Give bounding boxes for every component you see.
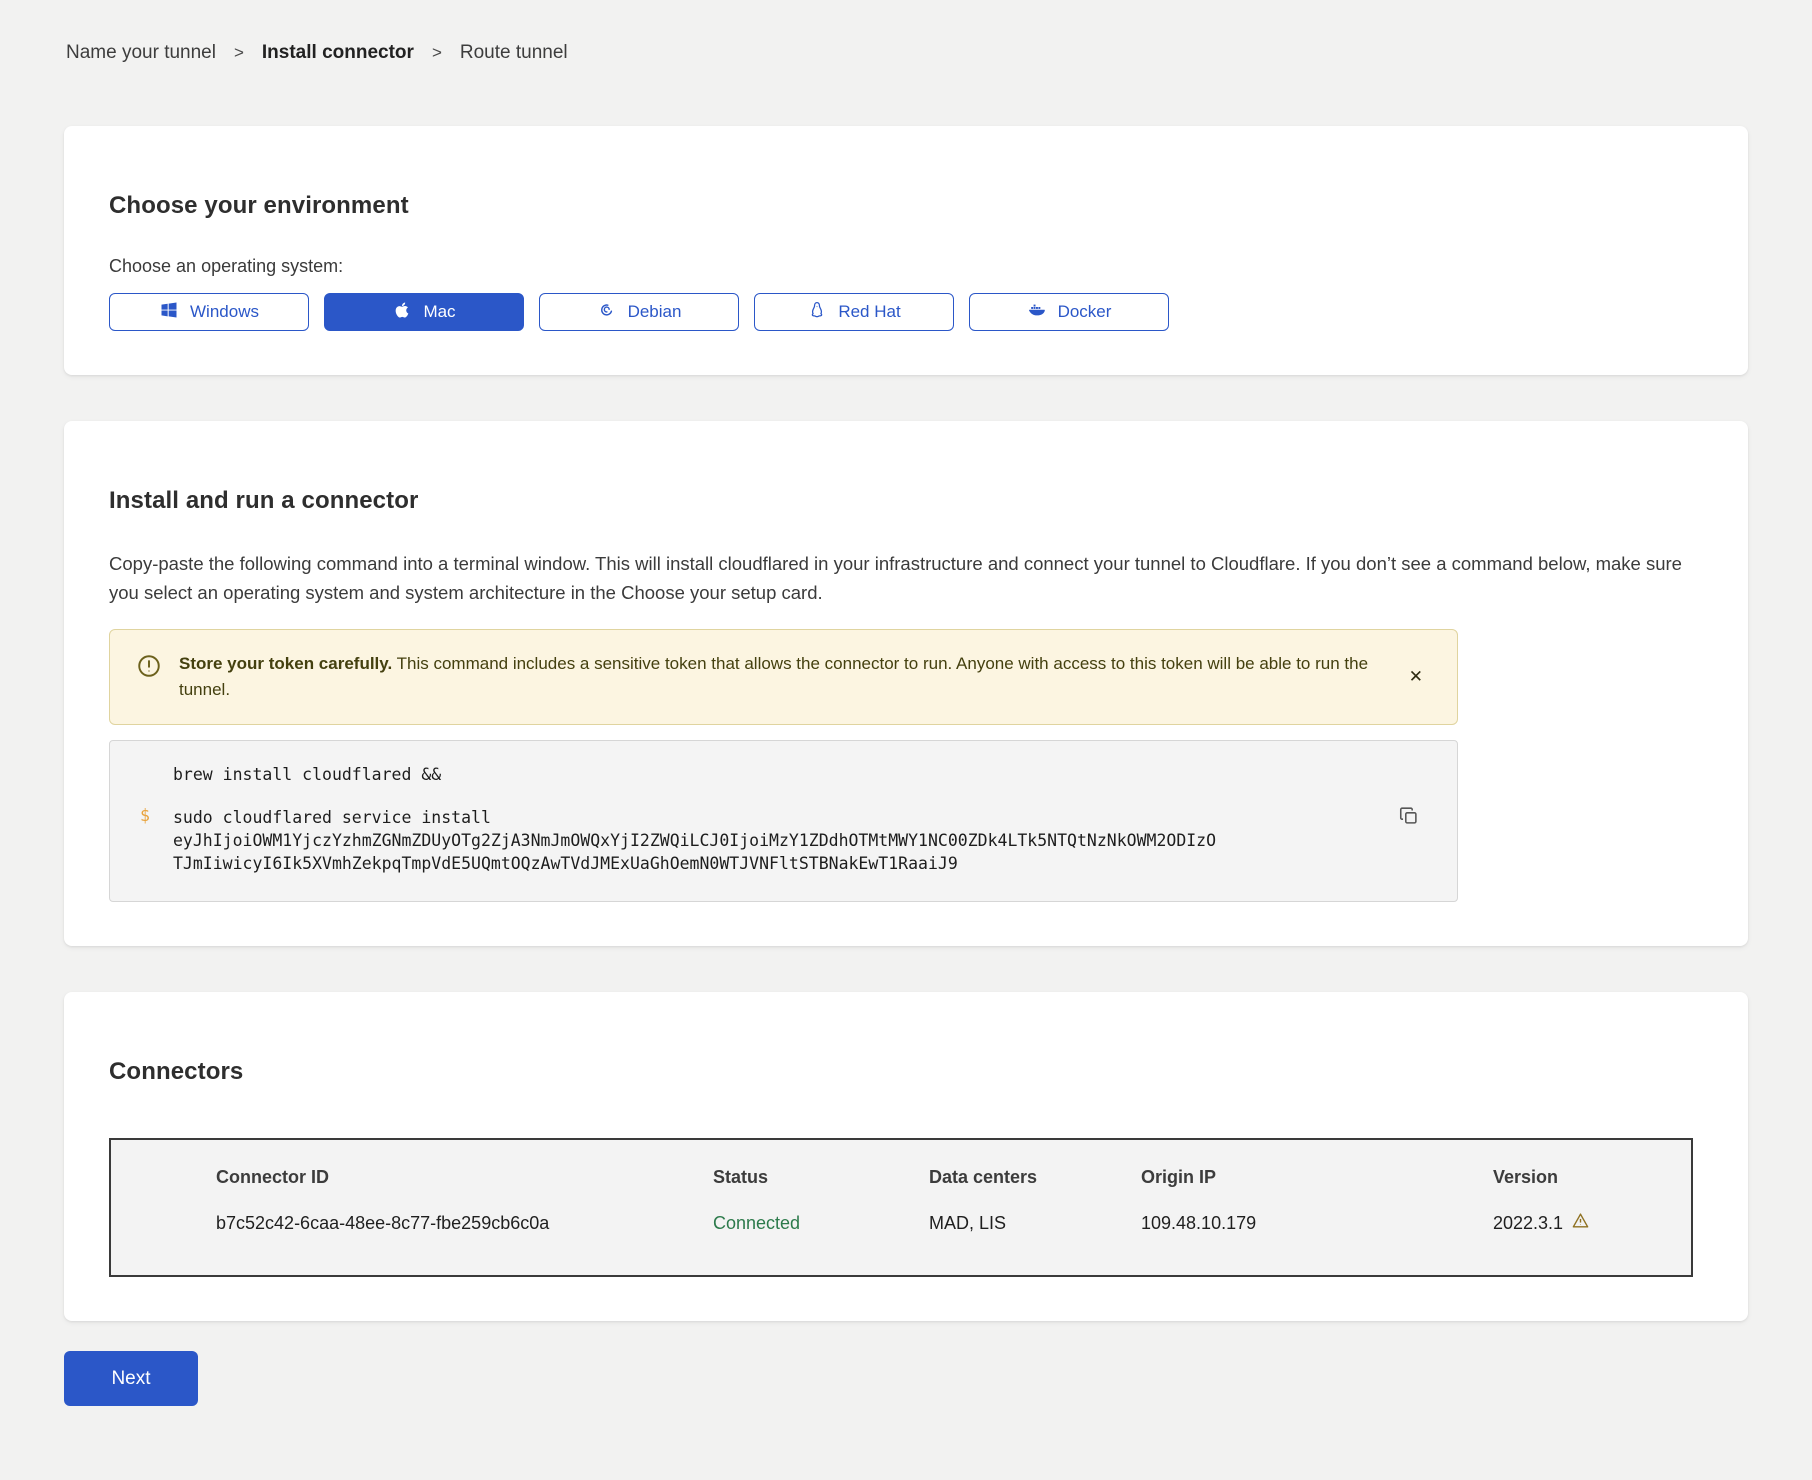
connectors-table: Connector ID Status Data centers Origin … bbox=[109, 1138, 1693, 1277]
shell-prompt: $ bbox=[110, 806, 173, 875]
code-token-line-1: eyJhIjoiOWM1YjczYzhmZGNmZDUyOTg2ZjA3NmJm… bbox=[173, 829, 1216, 852]
token-warning-bold: Store your token carefully. bbox=[179, 654, 392, 673]
col-header-status: Status bbox=[713, 1167, 929, 1188]
card-title: Connectors bbox=[109, 1058, 1703, 1086]
table-header-row: Connector ID Status Data centers Origin … bbox=[111, 1167, 1691, 1188]
code-line-brew: brew install cloudflared && bbox=[173, 765, 1387, 784]
breadcrumb-install-connector[interactable]: Install connector bbox=[262, 42, 414, 64]
windows-icon bbox=[159, 300, 179, 325]
os-button-mac[interactable]: Mac bbox=[324, 293, 524, 331]
code-command: sudo cloudflared service install eyJhIjo… bbox=[173, 806, 1216, 875]
table-row: b7c52c42-6caa-48ee-8c77-fbe259cb6c0a Con… bbox=[111, 1211, 1691, 1235]
os-button-label: Debian bbox=[628, 302, 682, 322]
breadcrumb: Name your tunnel > Install connector > R… bbox=[66, 42, 1748, 64]
debian-icon bbox=[597, 300, 617, 325]
os-button-label: Red Hat bbox=[838, 302, 900, 322]
os-button-docker[interactable]: Docker bbox=[969, 293, 1169, 331]
os-button-label: Mac bbox=[423, 302, 455, 322]
breadcrumb-name-your-tunnel[interactable]: Name your tunnel bbox=[66, 42, 216, 64]
close-icon[interactable]: ✕ bbox=[1401, 663, 1431, 691]
data-centers-cell: MAD, LIS bbox=[929, 1213, 1141, 1234]
breadcrumb-route-tunnel[interactable]: Route tunnel bbox=[460, 42, 568, 64]
version-cell: 2022.3.1 bbox=[1493, 1211, 1691, 1235]
col-header-origin-ip: Origin IP bbox=[1141, 1167, 1493, 1188]
breadcrumb-separator: > bbox=[234, 43, 244, 63]
version-value: 2022.3.1 bbox=[1493, 1213, 1563, 1234]
col-header-connector-id: Connector ID bbox=[216, 1167, 713, 1188]
docker-whale-icon bbox=[1027, 300, 1047, 325]
choose-environment-card: Choose your environment Choose an operat… bbox=[64, 126, 1748, 375]
connector-id-cell: b7c52c42-6caa-48ee-8c77-fbe259cb6c0a bbox=[216, 1213, 713, 1234]
next-button[interactable]: Next bbox=[64, 1351, 198, 1406]
install-connector-card: Install and run a connector Copy-paste t… bbox=[64, 421, 1748, 946]
card-title: Choose your environment bbox=[109, 192, 1703, 220]
os-button-windows[interactable]: Windows bbox=[109, 293, 309, 331]
breadcrumb-separator: > bbox=[432, 43, 442, 63]
apple-icon bbox=[392, 300, 412, 325]
alert-triangle-icon bbox=[1571, 1211, 1590, 1235]
os-button-label: Windows bbox=[190, 302, 259, 322]
token-warning-banner: Store your token carefully. This command… bbox=[109, 629, 1458, 725]
col-header-data-centers: Data centers bbox=[929, 1167, 1141, 1188]
install-command-codeblock: brew install cloudflared && $ sudo cloud… bbox=[109, 740, 1458, 902]
card-title: Install and run a connector bbox=[109, 487, 1703, 515]
connectors-card: Connectors Connector ID Status Data cent… bbox=[64, 992, 1748, 1321]
tux-penguin-icon bbox=[807, 300, 827, 325]
wizard-footer: Next bbox=[64, 1351, 1748, 1406]
origin-ip-cell: 109.48.10.179 bbox=[1141, 1213, 1493, 1234]
status-badge: Connected bbox=[713, 1213, 929, 1234]
os-button-debian[interactable]: Debian bbox=[539, 293, 739, 331]
copy-icon[interactable] bbox=[1396, 803, 1422, 829]
os-button-redhat[interactable]: Red Hat bbox=[754, 293, 954, 331]
tunnel-setup-page: Name your tunnel > Install connector > R… bbox=[0, 0, 1812, 1446]
install-description: Copy-paste the following command into a … bbox=[109, 549, 1703, 607]
os-select-label: Choose an operating system: bbox=[109, 256, 1703, 277]
code-token-line-2: TJmIiwicyI6Ik5XVmhZekpqTmpVdE5UQmtOQzAwT… bbox=[173, 852, 1216, 875]
token-warning-text: Store your token carefully. This command… bbox=[179, 651, 1369, 703]
alert-circle-icon bbox=[136, 653, 162, 703]
col-header-version: Version bbox=[1493, 1167, 1691, 1188]
code-line-sudo: sudo cloudflared service install bbox=[173, 806, 1216, 829]
os-button-label: Docker bbox=[1058, 302, 1112, 322]
os-button-group: Windows Mac Debian Red Hat bbox=[109, 293, 1703, 331]
